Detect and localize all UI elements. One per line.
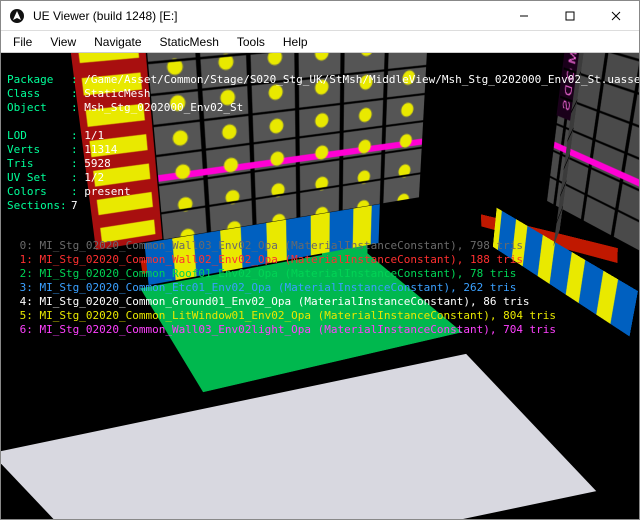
sections-list: 0: MI_Stg_02020_Common_Wall03_Env02_Opa … — [13, 239, 556, 337]
menu-tools[interactable]: Tools — [229, 33, 273, 51]
value-uvset: 1/2 — [84, 171, 104, 184]
value-lod: 1/1 — [84, 129, 104, 142]
info-overlay: Package: /Game/Asset/Common/Stage/S020_S… — [7, 59, 639, 213]
value-verts: 11314 — [84, 143, 117, 156]
app-icon — [9, 8, 25, 24]
section-row: 1: MI_Stg_02020_Common_Wall02_Env02_Opa … — [13, 253, 556, 267]
label-verts: Verts — [7, 143, 71, 157]
section-row: 3: MI_Stg_02020_Common_Etc01_Env02_Opa (… — [13, 281, 556, 295]
minimize-button[interactable] — [501, 1, 547, 30]
app-window: UE Viewer (build 1248) [E:] File View Na… — [0, 0, 640, 520]
label-class: Class — [7, 87, 71, 101]
value-package: /Game/Asset/Common/Stage/S020_Stg_UK/StM… — [84, 73, 639, 86]
section-row: 4: MI_Stg_02020_Common_Ground01_Env02_Op… — [13, 295, 556, 309]
window-buttons — [501, 1, 639, 30]
viewport-3d[interactable]: HAMMODS Package: /Game/Asset/Common/Stag… — [1, 53, 639, 519]
menu-navigate[interactable]: Navigate — [86, 33, 149, 51]
value-colors: present — [84, 185, 130, 198]
window-title: UE Viewer (build 1248) [E:] — [33, 9, 501, 23]
section-row: 5: MI_Stg_02020_Common_LitWindow01_Env02… — [13, 309, 556, 323]
value-class: StaticMesh — [84, 87, 150, 100]
ground-plane — [1, 354, 596, 519]
label-uvset: UV Set — [7, 171, 71, 185]
label-sections: Sections: — [7, 199, 71, 213]
value-object: Msh_Stg_0202000_Env02_St — [84, 101, 243, 114]
value-tris: 5928 — [84, 157, 111, 170]
label-object: Object — [7, 101, 71, 115]
menu-staticmesh[interactable]: StaticMesh — [152, 33, 227, 51]
section-row: 0: MI_Stg_02020_Common_Wall03_Env02_Opa … — [13, 239, 556, 253]
menu-file[interactable]: File — [5, 33, 40, 51]
label-package: Package — [7, 73, 71, 87]
close-button[interactable] — [593, 1, 639, 30]
menu-view[interactable]: View — [42, 33, 84, 51]
label-tris: Tris — [7, 157, 71, 171]
maximize-button[interactable] — [547, 1, 593, 30]
menubar: File View Navigate StaticMesh Tools Help — [1, 31, 639, 53]
section-row: 2: MI_Stg_02020_Common_Roof01_Env02_Opa … — [13, 267, 556, 281]
menu-help[interactable]: Help — [275, 33, 316, 51]
label-lod: LOD — [7, 129, 71, 143]
value-sections: 7 — [71, 199, 78, 212]
section-row: 6: MI_Stg_02020_Common_Wall03_Env02light… — [13, 323, 556, 337]
titlebar[interactable]: UE Viewer (build 1248) [E:] — [1, 1, 639, 31]
label-colors: Colors — [7, 185, 71, 199]
